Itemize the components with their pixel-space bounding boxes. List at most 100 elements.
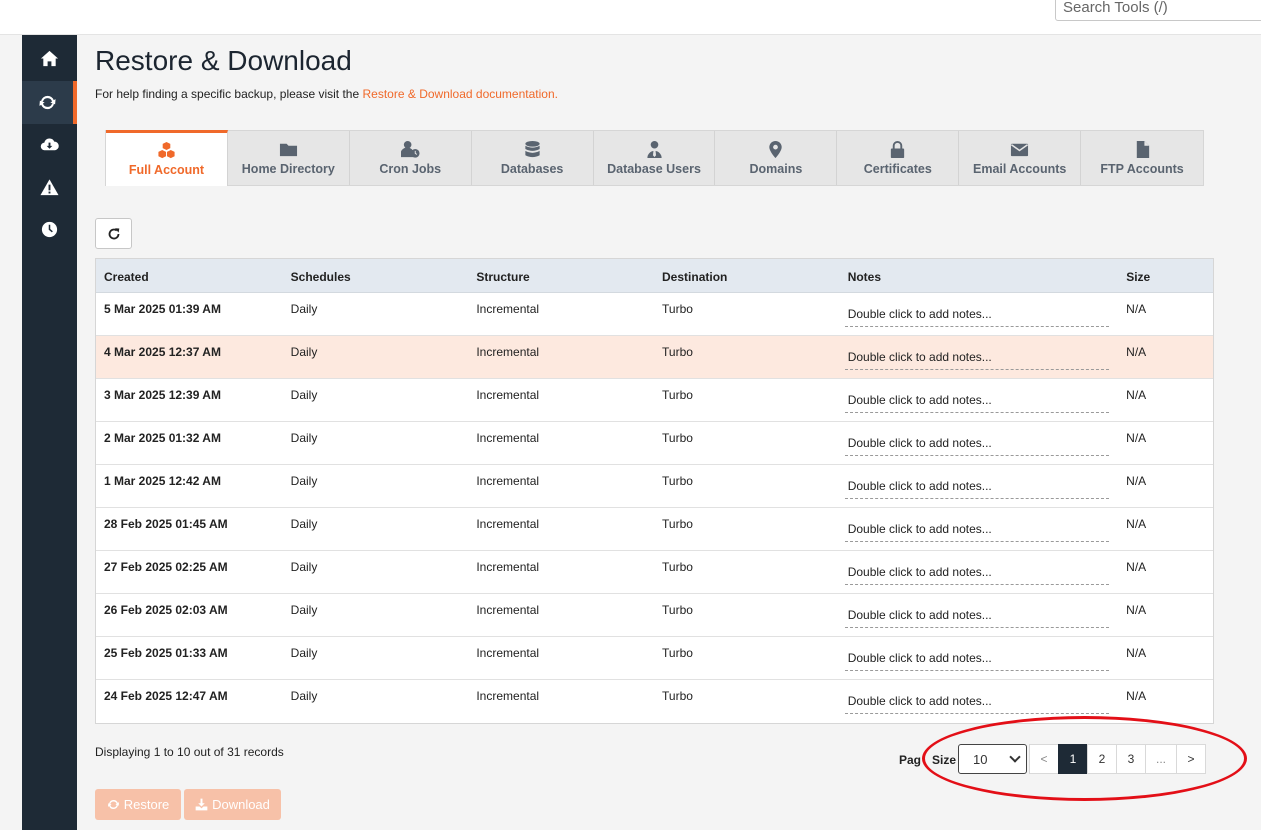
sidebar-item-alerts[interactable] — [22, 166, 77, 209]
tab-full-account[interactable]: Full Account — [106, 130, 228, 186]
schedule-cell: Daily — [290, 431, 318, 445]
tab-certificates[interactable]: Certificates — [837, 131, 960, 185]
tab-databases[interactable]: Databases — [472, 131, 594, 185]
page-ellipsis[interactable]: ... — [1145, 744, 1177, 774]
size-cell: N/A — [1126, 302, 1147, 316]
size-cell: N/A — [1126, 646, 1147, 660]
size-cell: N/A — [1126, 431, 1147, 445]
notes-field[interactable]: Double click to add notes... — [844, 694, 1109, 714]
header-notes[interactable]: Notes — [840, 259, 1119, 292]
search-input[interactable] — [1055, 0, 1261, 21]
header-structure[interactable]: Structure — [468, 259, 654, 292]
destination-cell: Turbo — [662, 388, 693, 402]
tab-domains[interactable]: Domains — [715, 131, 838, 185]
tab-email-accounts[interactable]: Email Accounts — [959, 131, 1082, 185]
size-label: Size — [932, 753, 957, 767]
page-button-3[interactable]: 3 — [1116, 744, 1146, 774]
page-button-1[interactable]: 1 — [1058, 744, 1088, 774]
destination-cell: Turbo — [662, 646, 693, 660]
notes-field[interactable]: Double click to add notes... — [844, 393, 1109, 413]
notes-field[interactable]: Double click to add notes... — [844, 608, 1109, 628]
destination-cell: Turbo — [662, 689, 693, 703]
records-summary: Displaying 1 to 10 out of 31 records — [95, 745, 284, 759]
backups-table: Created Schedules Structure Destination … — [95, 258, 1214, 724]
destination-cell: Turbo — [662, 431, 693, 445]
tab-home-directory[interactable]: Home Directory — [228, 131, 350, 185]
tab-label: Databases — [500, 162, 564, 176]
table-body: 5 Mar 2025 01:39 AM Daily Incremental Turbo… — [96, 293, 1213, 723]
redo-icon — [108, 227, 119, 239]
created-cell: 1 Mar 2025 12:42 AM — [104, 474, 221, 488]
sidebar-item-restore[interactable] — [22, 81, 77, 124]
table-row[interactable]: 2 Mar 2025 01:32 AM Daily Incremental Turbo… — [96, 422, 1213, 465]
notes-cell: Double click to add notes... — [840, 293, 1118, 335]
tab-label: Email Accounts — [973, 162, 1067, 176]
header-created[interactable]: Created — [96, 259, 283, 292]
table-row[interactable]: 25 Feb 2025 01:33 AM Daily Incremental Turb… — [96, 637, 1213, 680]
tab-database-users[interactable]: Database Users — [594, 131, 716, 185]
notes-cell: Double click to add notes... — [840, 379, 1118, 421]
destination-cell: Turbo — [662, 302, 693, 316]
schedule-cell: Daily — [290, 560, 318, 574]
header-schedules[interactable]: Schedules — [283, 259, 469, 292]
table-row[interactable]: 4 Mar 2025 12:37 AM Daily Incremental Turbo… — [96, 336, 1213, 379]
header-size[interactable]: Size — [1118, 259, 1213, 292]
next-page-button[interactable]: > — [1176, 744, 1206, 774]
table-row[interactable]: 5 Mar 2025 01:39 AM Daily Incremental Turbo… — [96, 293, 1213, 336]
user-tie-icon — [646, 140, 662, 159]
notes-field[interactable]: Double click to add notes... — [844, 350, 1109, 370]
tab-label: FTP Accounts — [1100, 162, 1184, 176]
notes-cell: Double click to add notes... — [840, 594, 1118, 636]
schedule-cell: Daily — [290, 345, 318, 359]
chevron-down-icon — [1009, 751, 1021, 763]
restore-button[interactable]: Restore — [95, 789, 181, 820]
notes-field[interactable]: Double click to add notes... — [844, 522, 1109, 542]
page-button-2[interactable]: 2 — [1087, 744, 1117, 774]
schedule-cell: Daily — [290, 388, 318, 402]
notes-field[interactable]: Double click to add notes... — [844, 436, 1109, 456]
table-row[interactable]: 28 Feb 2025 01:45 AM Daily Incremental Turb… — [96, 508, 1213, 551]
refresh-icon — [39, 95, 56, 110]
table-row[interactable]: 26 Feb 2025 02:03 AM Daily Incremental Turb… — [96, 594, 1213, 637]
sidebar-item-home[interactable] — [22, 37, 77, 80]
structure-cell: Incremental — [476, 388, 540, 402]
page-size-select[interactable]: 10 — [958, 744, 1027, 774]
structure-cell: Incremental — [476, 431, 540, 445]
notes-cell: Double click to add notes... — [840, 422, 1118, 464]
pagination: < 1 2 3 ... > — [1029, 744, 1206, 774]
table-row[interactable]: 1 Mar 2025 12:42 AM Daily Incremental Turbo… — [96, 465, 1213, 508]
notes-field[interactable]: Double click to add notes... — [844, 479, 1109, 499]
tab-cron-jobs[interactable]: Cron Jobs — [350, 131, 472, 185]
table-row[interactable]: 3 Mar 2025 12:39 AM Daily Incremental Turbo… — [96, 379, 1213, 422]
destination-cell: Turbo — [662, 345, 693, 359]
help-text-label: For help finding a specific backup, plea… — [95, 87, 360, 101]
created-cell: 25 Feb 2025 01:33 AM — [104, 646, 228, 660]
notes-cell: Double click to add notes... — [840, 551, 1118, 593]
restore-label: Restore — [123, 797, 170, 812]
page-label: Pag — [899, 753, 922, 767]
notes-field[interactable]: Double click to add notes... — [844, 651, 1109, 671]
table-row[interactable]: 27 Feb 2025 02:25 AM Daily Incremental Turb… — [96, 551, 1213, 594]
warning-icon — [40, 179, 59, 196]
envelope-icon — [1011, 143, 1029, 157]
download-button[interactable]: Download — [184, 789, 281, 820]
created-cell: 24 Feb 2025 12:47 AM — [104, 689, 228, 703]
tab-label: Domains — [749, 162, 803, 176]
download-icon — [195, 798, 208, 811]
documentation-link[interactable]: Restore & Download documentation. — [363, 87, 558, 101]
sidebar-item-download[interactable] — [22, 123, 77, 166]
prev-page-button[interactable]: < — [1029, 744, 1059, 774]
header-destination[interactable]: Destination — [654, 259, 840, 292]
cubes-icon — [158, 141, 175, 159]
notes-field[interactable]: Double click to add notes... — [844, 307, 1109, 327]
schedule-cell: Daily — [290, 603, 318, 617]
destination-cell: Turbo — [662, 517, 693, 531]
notes-field[interactable]: Double click to add notes... — [844, 565, 1109, 585]
tab-ftp-accounts[interactable]: FTP Accounts — [1081, 131, 1203, 185]
refresh-button[interactable] — [95, 218, 132, 249]
created-cell: 28 Feb 2025 01:45 AM — [104, 517, 228, 531]
refresh-icon — [107, 799, 119, 810]
structure-cell: Incremental — [476, 689, 540, 703]
sidebar-item-history[interactable] — [22, 208, 77, 251]
table-row[interactable]: 24 Feb 2025 12:47 AM Daily Incremental Turb… — [96, 680, 1213, 723]
